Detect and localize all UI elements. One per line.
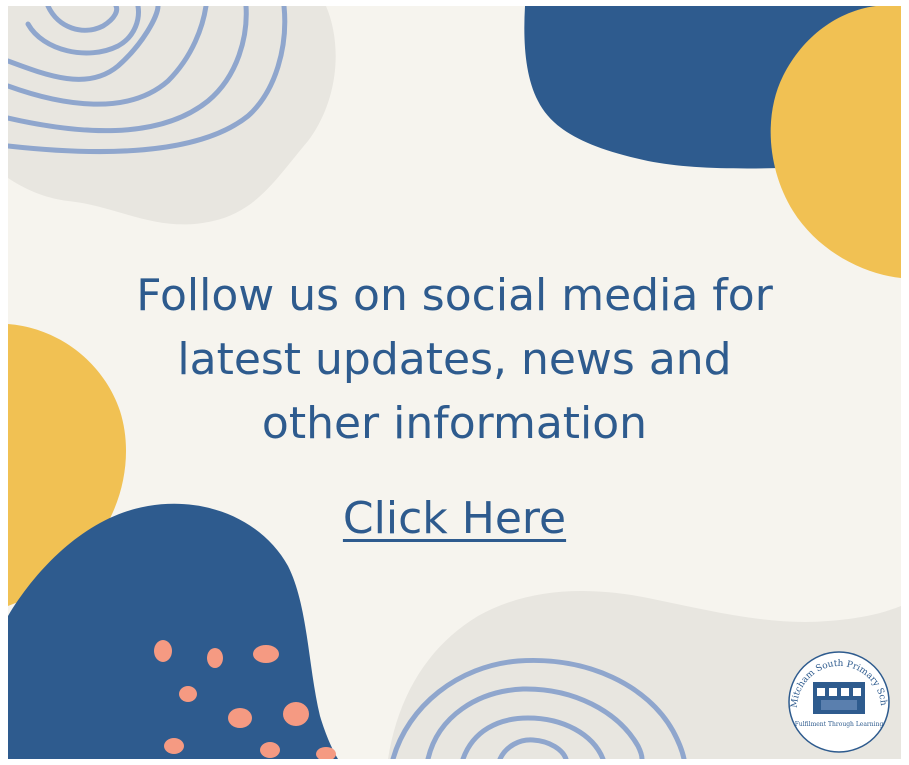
- banner-frame: Follow us on social media for latest upd…: [8, 6, 901, 759]
- headline-line-3: other information: [261, 398, 648, 449]
- headline-line-2: latest updates, news and: [177, 334, 732, 385]
- click-here-link[interactable]: Click Here: [343, 493, 566, 544]
- social-media-banner: Follow us on social media for latest upd…: [0, 0, 909, 765]
- cta-wrapper: Click Here: [8, 493, 901, 544]
- school-crest-icon: Mitcham South Primary School No. 3717 Fu…: [783, 646, 890, 753]
- headline-text: Follow us on social media for latest upd…: [8, 264, 901, 456]
- crest-motto: Fulfilment Through Learning: [795, 721, 884, 728]
- grey-blob-top-left: [8, 6, 336, 225]
- headline-line-1: Follow us on social media for: [136, 270, 773, 321]
